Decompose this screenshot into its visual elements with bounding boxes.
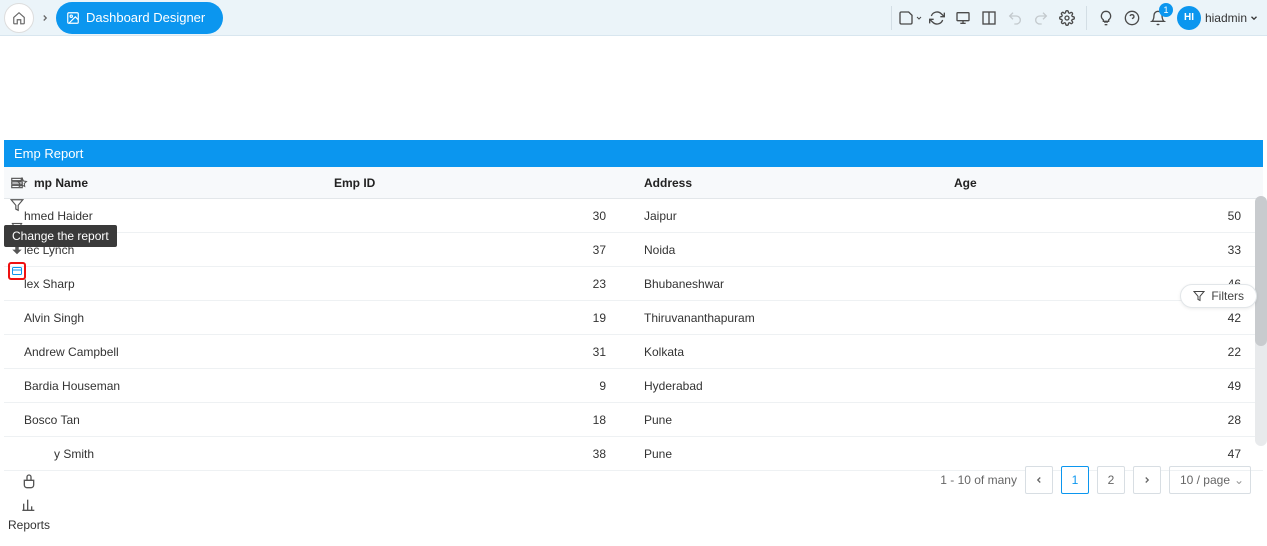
page-2-button[interactable]: 2 [1097, 466, 1125, 494]
interactions-icon[interactable] [18, 470, 40, 492]
table-row[interactable]: Andrew Campbell 31 Kolkata 22 [4, 335, 1263, 369]
data-table: mp Name Emp ID Address Age hmed Haider 3… [4, 167, 1263, 471]
breadcrumb-label: Dashboard Designer [86, 10, 205, 25]
page-1-button[interactable]: 1 [1061, 466, 1089, 494]
col-header-name[interactable]: mp Name [34, 176, 88, 190]
pagination-range: 1 - 10 of many [940, 473, 1017, 487]
undo-icon[interactable] [1002, 5, 1028, 31]
user-menu[interactable]: hiadmin [1205, 11, 1259, 25]
breadcrumb-chevron-icon[interactable] [34, 3, 56, 33]
table-header: mp Name Emp ID Address Age [4, 167, 1263, 199]
list-icon[interactable] [8, 174, 26, 192]
pagination: 1 - 10 of many 1 2 10 / page [940, 466, 1251, 494]
filters-button[interactable]: Filters [1180, 284, 1257, 308]
layout-icon[interactable] [976, 5, 1002, 31]
help-icon[interactable] [1119, 5, 1145, 31]
prev-page-button[interactable] [1025, 466, 1053, 494]
change-report-icon[interactable] [8, 262, 26, 280]
tooltip-change-report: Change the report [4, 225, 117, 247]
table-row[interactable]: Bosco Tan 18 Pune 28 [4, 403, 1263, 437]
refresh-icon[interactable] [924, 5, 950, 31]
table-row[interactable]: lec Lynch 37 Noida 33 [4, 233, 1263, 267]
redo-icon[interactable] [1028, 5, 1054, 31]
notification-badge: 1 [1159, 3, 1173, 17]
table-row[interactable]: hmed Haider 30 Jaipur 50 [4, 199, 1263, 233]
col-header-address[interactable]: Address [644, 176, 692, 190]
lightbulb-icon[interactable] [1093, 5, 1119, 31]
reports-label: Reports [8, 518, 50, 532]
user-avatar[interactable]: HI [1177, 6, 1201, 30]
filter-icon[interactable] [8, 196, 26, 214]
table-row[interactable]: Alvin Singh 19 Thiruvananthapuram 42 [4, 301, 1263, 335]
chevron-down-icon [1249, 13, 1259, 23]
breadcrumb-dashboard-designer[interactable]: Dashboard Designer [56, 2, 223, 34]
settings-icon[interactable] [1054, 5, 1080, 31]
bottom-left-dock: Reports [2, 466, 56, 536]
next-page-button[interactable] [1133, 466, 1161, 494]
topbar-actions: 1 HI hiadmin [885, 5, 1267, 31]
filter-icon [1193, 290, 1205, 302]
home-button[interactable] [4, 3, 34, 33]
presentation-icon[interactable] [950, 5, 976, 31]
reports-icon[interactable] [18, 494, 40, 516]
table-row[interactable]: lex Sharp 23 Bhubaneshwar 46 [4, 267, 1263, 301]
report-container: Emp Report mp Name Emp ID Address Age hm… [4, 140, 1263, 471]
top-bar: Dashboard Designer [0, 0, 1267, 36]
notifications-icon[interactable]: 1 [1145, 5, 1171, 31]
table-row[interactable]: Bardia Houseman 9 Hyderabad 49 [4, 369, 1263, 403]
col-header-age[interactable]: Age [954, 176, 977, 190]
page-size-dropdown[interactable]: 10 / page [1169, 466, 1251, 494]
save-dropdown-icon[interactable] [898, 5, 924, 31]
vertical-scrollbar[interactable] [1255, 196, 1267, 446]
col-header-id[interactable]: Emp ID [334, 176, 375, 190]
report-title: Emp Report [4, 140, 1263, 167]
dashboard-icon [66, 11, 80, 25]
